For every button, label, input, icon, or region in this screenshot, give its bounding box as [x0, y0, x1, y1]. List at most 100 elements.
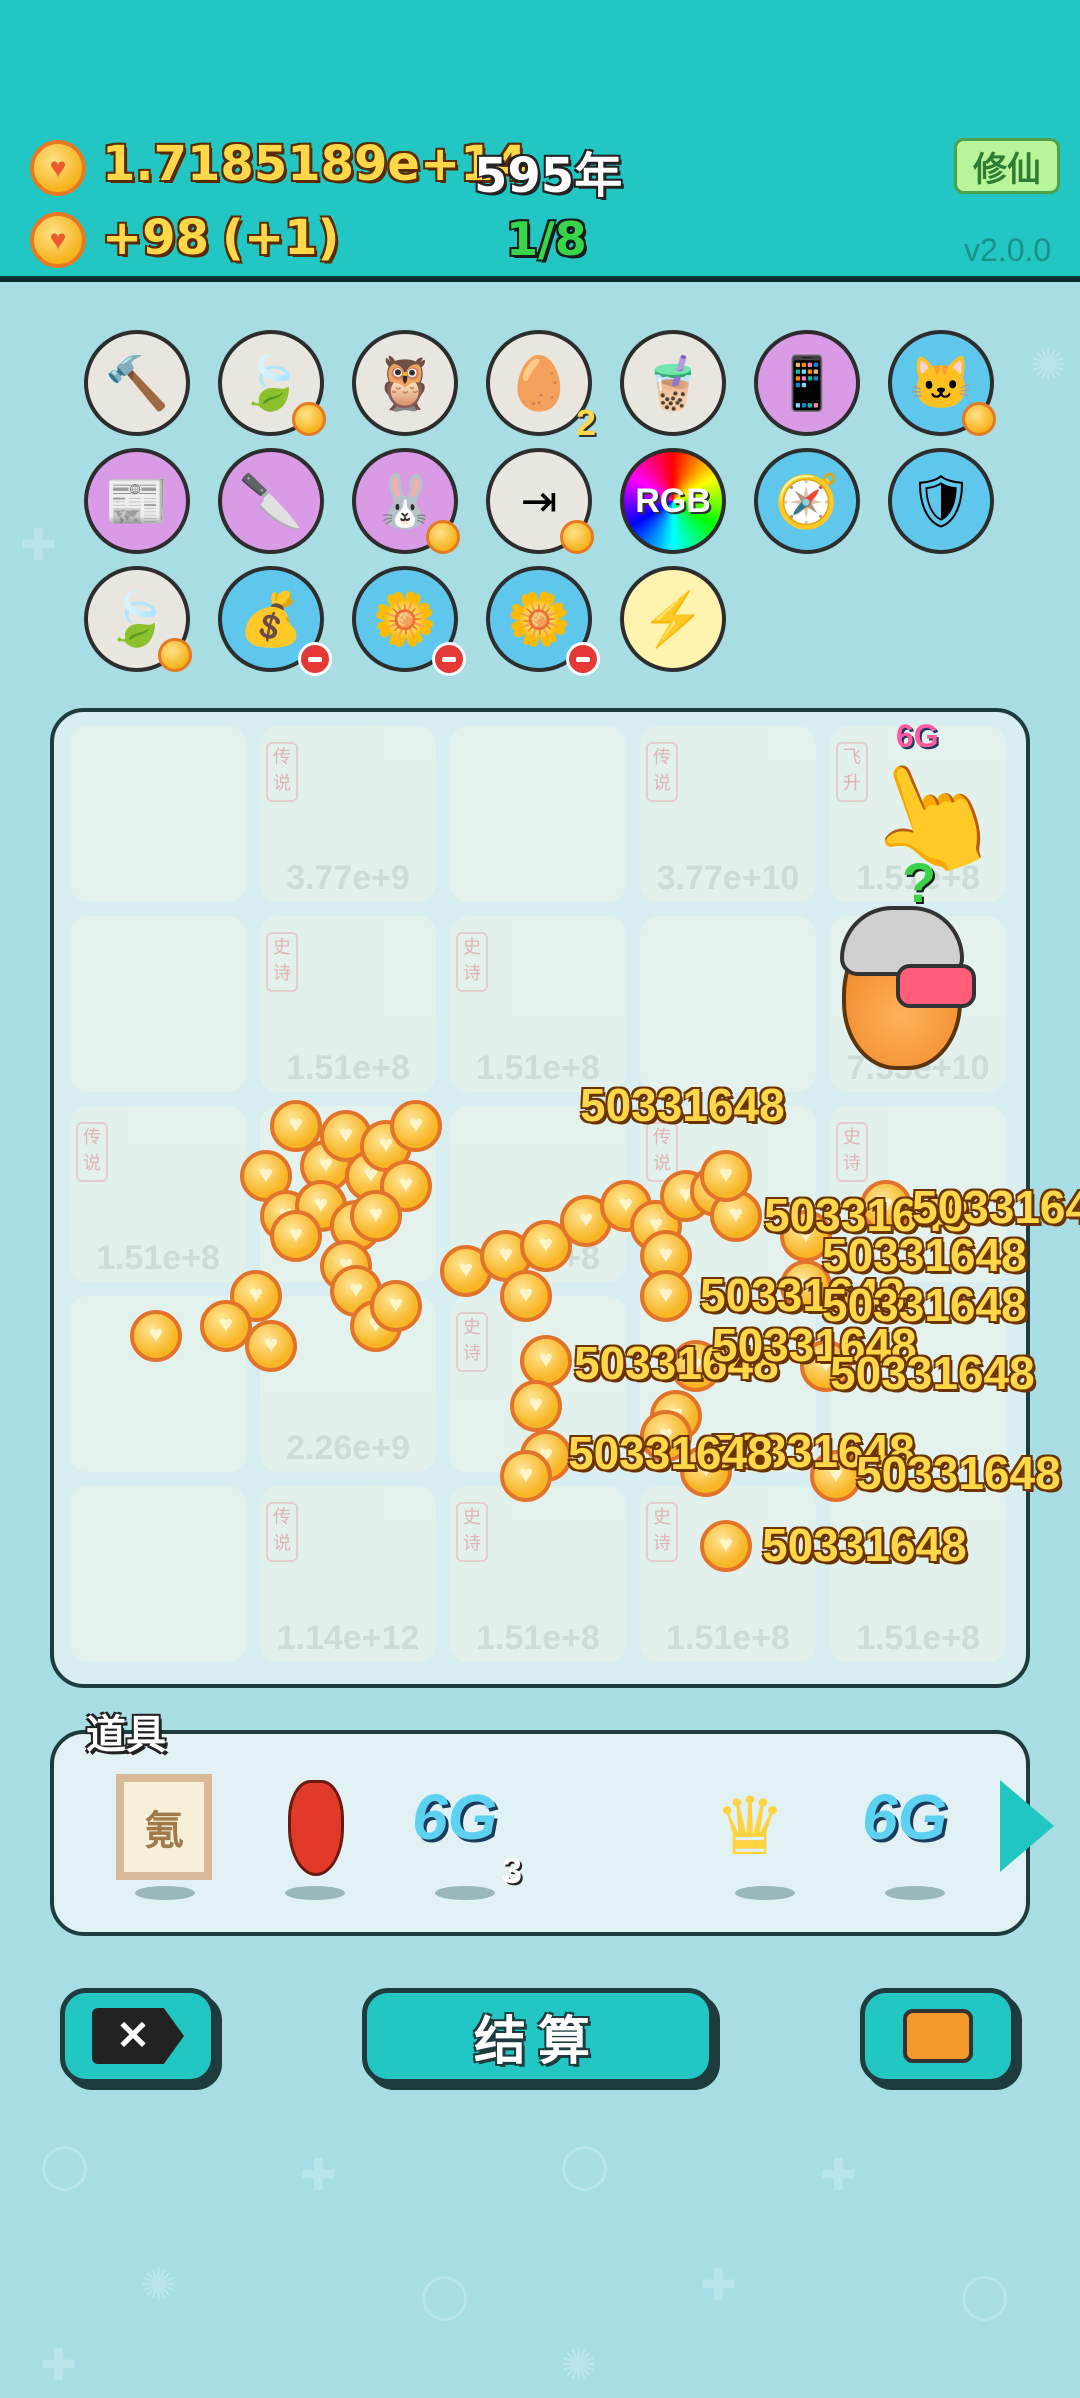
- 6g-icon: 6G: [412, 1781, 498, 1853]
- item-count: 3: [502, 1850, 523, 1891]
- cleaver-icon: 🔪: [238, 472, 304, 531]
- floating-value: 50331648: [912, 1181, 1080, 1233]
- rarity-tag: 传说: [266, 1502, 298, 1562]
- money-bag-skill[interactable]: 💰: [218, 566, 332, 676]
- flower-pot-skill[interactable]: 🌼: [352, 566, 466, 676]
- cleaver-skill[interactable]: 🔪: [218, 448, 324, 554]
- krypton-item[interactable]: 氪: [110, 1770, 220, 1900]
- owl-skill[interactable]: 🦉: [352, 330, 458, 436]
- lightning-skill[interactable]: ⚡: [620, 566, 726, 672]
- cell-value: 1.14e+12: [276, 1619, 420, 1657]
- hammer-skill[interactable]: 🔨: [84, 330, 190, 436]
- board-cell[interactable]: 1.51e+8: [830, 1486, 1006, 1662]
- rabbit-skill[interactable]: 🐰: [352, 448, 460, 554]
- hammer-icon: 🔨: [104, 354, 170, 413]
- remove-icon[interactable]: [298, 642, 332, 676]
- flower-pot-skill-2[interactable]: 🌼: [486, 566, 600, 676]
- flower-pot-icon: 🌼: [506, 590, 572, 649]
- flower-pot-icon: 🌼: [372, 590, 438, 649]
- rarity-tag: 史诗: [266, 932, 298, 992]
- flying-coin-icon: [500, 1270, 552, 1322]
- cell-value: 3.77e+10: [656, 859, 800, 897]
- board-cell[interactable]: 史诗 1.51e+8: [450, 1486, 626, 1662]
- floating-value: 50331648: [568, 1427, 773, 1479]
- krypton-frame-icon: 氪: [116, 1774, 212, 1880]
- compass-skill[interactable]: 🧭: [754, 448, 860, 554]
- flying-coin-icon: [700, 1150, 752, 1202]
- board-cell[interactable]: 史诗 1.51e+8: [640, 1486, 816, 1662]
- board-cell[interactable]: [450, 726, 626, 902]
- flying-coin-icon: [700, 1520, 752, 1572]
- rarity-tag: 史诗: [456, 932, 488, 992]
- floating-value: 50331648: [856, 1447, 1061, 1499]
- crown-item[interactable]: ♛: [710, 1770, 820, 1900]
- cat-skill[interactable]: 🐱: [888, 330, 996, 436]
- compass-icon: 🧭: [774, 472, 840, 531]
- briefcase-icon: [903, 2009, 973, 2063]
- currency-total: 1.7185189e+14: [102, 136, 527, 192]
- income-rate: +98: [102, 210, 210, 266]
- skip-icon: ⇥: [520, 476, 558, 526]
- version-label: v2.0.0: [964, 232, 1052, 268]
- stage-progress: 1/8: [506, 212, 587, 266]
- egg-tray-icon: 🥚: [506, 354, 572, 413]
- cell-value: 1.51e+8: [96, 1239, 220, 1277]
- shield-skill[interactable]: 🛡: [888, 448, 994, 554]
- briefcase-button[interactable]: [860, 1988, 1016, 2084]
- 6g-item-2[interactable]: 6G: [860, 1770, 970, 1900]
- chili-item[interactable]: [260, 1770, 370, 1900]
- next-items-arrow-icon[interactable]: [1000, 1780, 1054, 1872]
- milk-tea-skill[interactable]: 🧋: [620, 330, 726, 436]
- board-cell[interactable]: 史诗 1.51e+8: [450, 916, 626, 1092]
- settle-button[interactable]: 结算: [362, 1988, 714, 2084]
- hero-visor: [896, 964, 976, 1008]
- leaf-skill-2[interactable]: 🍃: [84, 566, 192, 672]
- money-bag-icon: 💰: [238, 590, 304, 649]
- board-cell[interactable]: [70, 916, 246, 1092]
- board-cell[interactable]: 传说 3.77e+10: [640, 726, 816, 902]
- skip-skill[interactable]: ⇥: [486, 448, 594, 554]
- flying-coin-icon: [520, 1335, 572, 1387]
- board-cell[interactable]: [70, 1486, 246, 1662]
- krypton-label: 氪: [144, 1809, 184, 1853]
- board-cell[interactable]: 传说 1.14e+12: [260, 1486, 436, 1662]
- board-cell[interactable]: 传说 1.51e+8: [70, 1106, 246, 1282]
- rarity-tag: 史诗: [456, 1502, 488, 1562]
- skill-count: 2: [575, 402, 596, 443]
- board-cell[interactable]: [70, 726, 246, 902]
- tablet-icon: 📱: [774, 354, 840, 413]
- remove-icon[interactable]: [432, 642, 466, 676]
- rabbit-icon: 🐰: [372, 472, 438, 531]
- time-magazine-skill[interactable]: 📰: [84, 448, 190, 554]
- owl-icon: 🦉: [372, 354, 438, 413]
- coin-badge-icon: [426, 520, 460, 554]
- board-cell[interactable]: [640, 916, 816, 1092]
- board-cell[interactable]: 史诗 1.51e+8: [260, 916, 436, 1092]
- coin-badge-icon: [292, 402, 326, 436]
- crown-icon: ♛: [714, 1782, 786, 1871]
- rarity-tag: 传说: [266, 742, 298, 802]
- lightning-icon: ⚡: [640, 590, 706, 649]
- 6g-item[interactable]: 6G 3: [410, 1770, 523, 1900]
- remove-icon[interactable]: [566, 642, 600, 676]
- floating-value: 50331648: [762, 1519, 967, 1571]
- hero-character-icon[interactable]: [840, 906, 976, 1070]
- coin-badge-icon: [962, 402, 996, 436]
- cell-value: 1.51e+8: [476, 1619, 600, 1657]
- rgb-icon: RGB: [635, 481, 711, 520]
- flying-coin-icon: [370, 1280, 422, 1332]
- board-cell[interactable]: 传说 3.77e+9: [260, 726, 436, 902]
- cell-value: 1.51e+8: [286, 1049, 410, 1087]
- cultivate-button[interactable]: 修仙: [954, 138, 1060, 194]
- cell-value: 1.51e+8: [666, 1619, 790, 1657]
- leaf-skill[interactable]: 🍃: [218, 330, 326, 436]
- tablet-skill[interactable]: 📱: [754, 330, 860, 436]
- egg-tray-skill[interactable]: 🥚 2: [486, 330, 596, 443]
- rgb-skill[interactable]: RGB: [620, 448, 726, 554]
- flying-coin-icon: [510, 1380, 562, 1432]
- flying-coin-icon: [130, 1310, 182, 1362]
- close-button[interactable]: ✕: [60, 1988, 216, 2084]
- leaf-icon: 🍃: [104, 590, 170, 649]
- floating-value: 50331648: [580, 1079, 785, 1131]
- flying-coin-icon: [270, 1210, 322, 1262]
